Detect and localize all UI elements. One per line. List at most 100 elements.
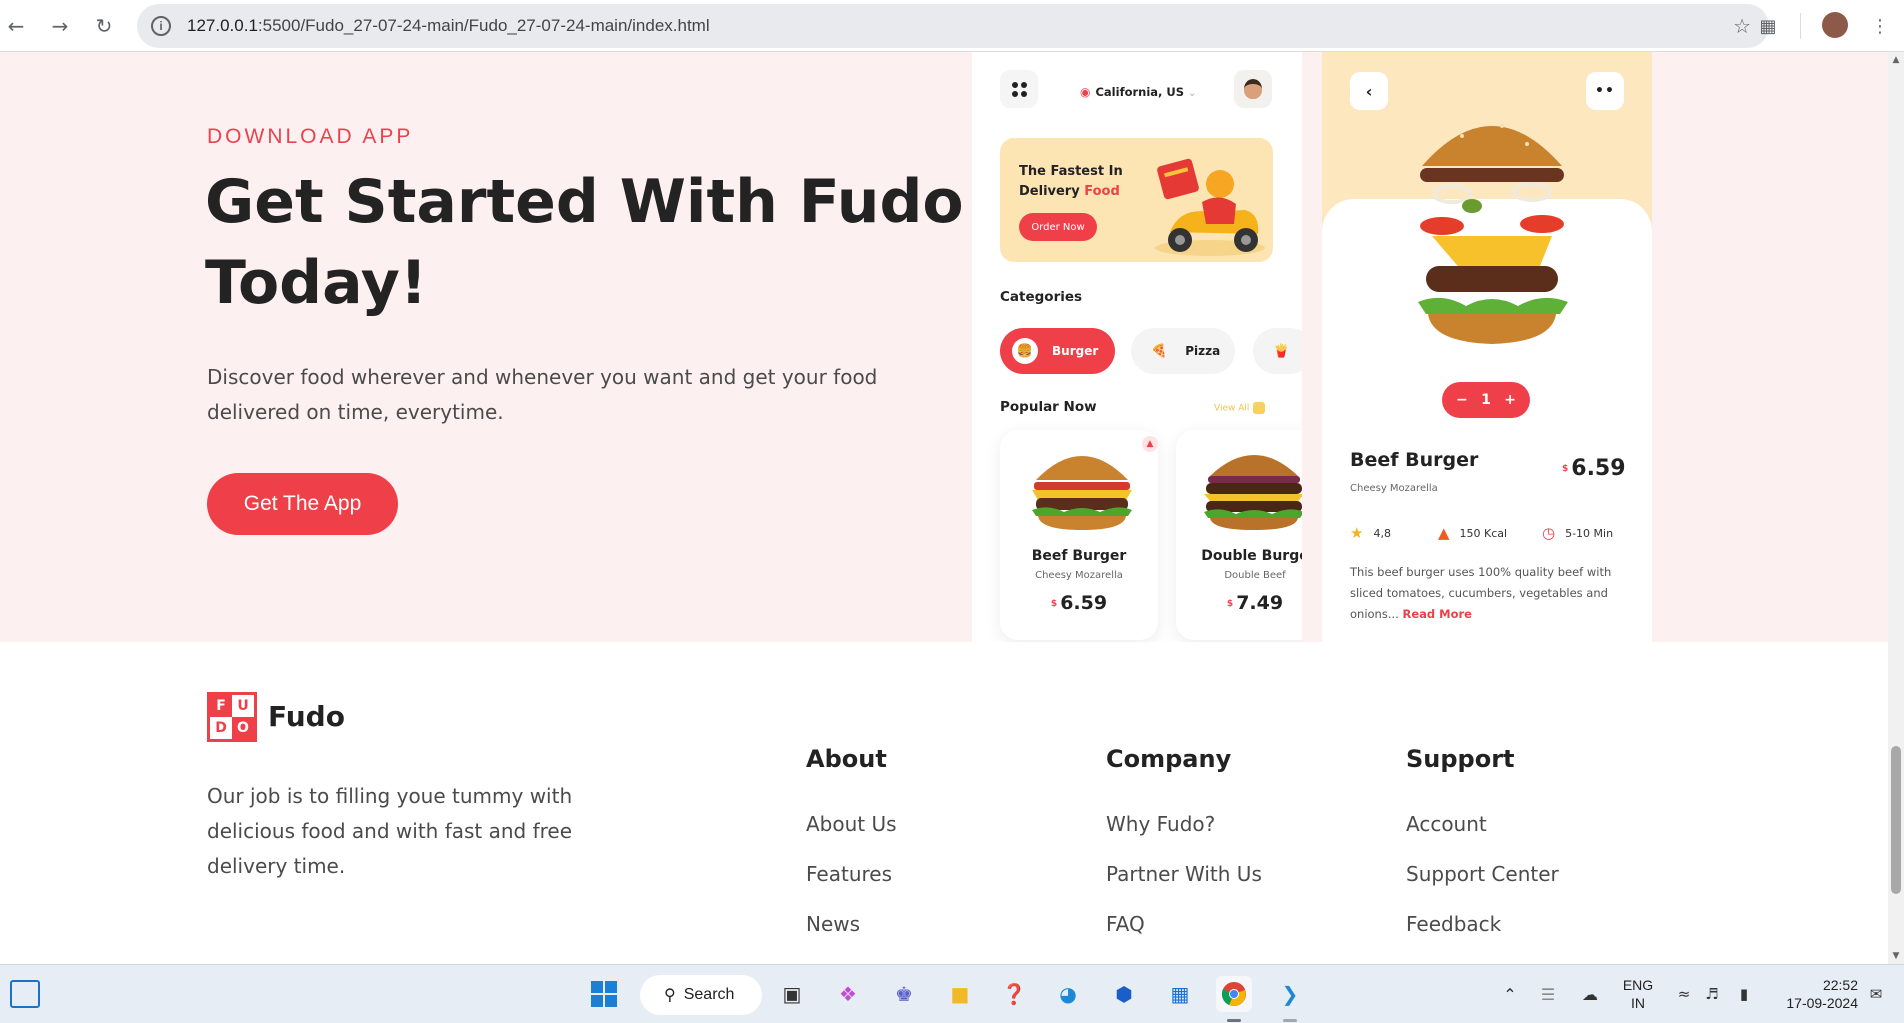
price-value: 7.49: [1236, 592, 1284, 614]
burger-icon: 🍔: [1012, 338, 1038, 364]
footer-link[interactable]: Account: [1406, 809, 1559, 839]
get-app-button[interactable]: Get The App: [207, 473, 398, 535]
notifications-bell-icon[interactable]: ✉: [1858, 976, 1894, 1012]
address-bar[interactable]: i 127.0.0.1:5500/Fudo_27-07-24-main/Fudo…: [137, 4, 1769, 48]
vpn-icon[interactable]: ⬢: [1106, 976, 1142, 1012]
promo-line-1: The Fastest In: [1019, 164, 1123, 179]
burger-image: [1204, 455, 1302, 530]
app-detail-screen: ‹ •• − 1 + Beef Burger $ 6.59 Cheesy Moz…: [1322, 52, 1652, 642]
bookmark-star-icon[interactable]: ☆: [1733, 14, 1751, 38]
browser-toolbar: ← → ↻ i 127.0.0.1:5500/Fudo_27-07-24-mai…: [0, 0, 1904, 52]
delivery-scooter-illustration: [1155, 158, 1265, 256]
widgets-icon[interactable]: [10, 980, 40, 1008]
language-code: ENG: [1622, 977, 1654, 993]
edge-icon[interactable]: ◕: [1050, 976, 1086, 1012]
category-chip-pizza[interactable]: 🍕 Pizza: [1131, 328, 1235, 374]
hero-title: Get Started With Fudo Today!: [205, 167, 964, 318]
footer-column-support: Support Account Support Center Feedback: [1406, 742, 1559, 959]
star-icon: ★: [1350, 524, 1364, 542]
logo-letter: D: [210, 717, 232, 739]
scrollbar-thumb[interactable]: [1891, 746, 1901, 894]
copilot-icon[interactable]: ❖: [830, 976, 866, 1012]
scroll-up-icon[interactable]: ▲: [1888, 52, 1904, 68]
currency-symbol: $: [1050, 598, 1058, 609]
footer-column-title: About: [806, 745, 887, 773]
volume-icon[interactable]: ♬: [1694, 976, 1730, 1012]
chevron-up-icon[interactable]: ⌃: [1492, 976, 1528, 1012]
food-name: Double Burge: [1201, 548, 1302, 564]
read-more-link[interactable]: Read More: [1402, 607, 1471, 621]
battery-icon[interactable]: ▮: [1726, 976, 1762, 1012]
extensions-icon[interactable]: ▦: [1752, 10, 1784, 42]
quantity-stepper[interactable]: − 1 +: [1442, 382, 1530, 418]
scroll-down-icon[interactable]: ▼: [1888, 948, 1904, 964]
footer-link[interactable]: Features: [806, 859, 897, 889]
region-code: IN: [1631, 995, 1645, 1011]
footer-link[interactable]: News: [806, 909, 897, 939]
cloud-offline-icon[interactable]: ☁: [1572, 976, 1608, 1012]
food-subtitle: Cheesy Mozarella: [1035, 570, 1123, 581]
hero-description: Discover food wherever and whenever you …: [207, 365, 878, 424]
product-description: This beef burger uses 100% quality beef …: [1350, 562, 1630, 625]
price-value: 6.59: [1060, 592, 1108, 614]
footer-column-company: Company Why Fudo? Partner With Us FAQ: [1106, 742, 1262, 959]
search-icon: ⚲: [664, 987, 676, 1004]
calories-stat: ▲ 150 Kcal: [1438, 524, 1507, 542]
order-now-button[interactable]: Order Now: [1019, 213, 1097, 241]
view-all-link[interactable]: View All: [1214, 402, 1266, 414]
taskbar-search[interactable]: ⚲ Search: [640, 975, 762, 1015]
menu-kebab-icon[interactable]: ⋮: [1864, 10, 1896, 42]
chrome-icon[interactable]: [1216, 976, 1252, 1012]
teams-icon[interactable]: ♚: [886, 976, 922, 1012]
footer-link[interactable]: Support Center: [1406, 859, 1559, 889]
store-icon[interactable]: ▦: [1162, 976, 1198, 1012]
increase-button[interactable]: +: [1504, 392, 1516, 408]
profile-avatar[interactable]: [1822, 12, 1848, 38]
fries-icon: 🍟: [1273, 343, 1290, 359]
language-indicator[interactable]: ENG IN: [1616, 976, 1660, 1012]
user-avatar[interactable]: [1234, 70, 1272, 108]
categories-title: Categories: [1000, 289, 1083, 305]
food-card[interactable]: Beef Burger Cheesy Mozarella $6.59: [1000, 430, 1158, 640]
reload-icon[interactable]: ↻: [88, 10, 120, 42]
category-chip-fries[interactable]: 🍟: [1253, 328, 1302, 374]
file-explorer-icon[interactable]: ■: [942, 976, 978, 1012]
location-selector[interactable]: ◉ California, US ⌄: [1080, 85, 1196, 99]
back-icon[interactable]: ←: [0, 10, 32, 42]
notification-tray-icon[interactable]: ☰: [1530, 976, 1566, 1012]
clock[interactable]: 22:52 17-09-2024: [1768, 976, 1858, 1012]
footer-link[interactable]: Feedback: [1406, 909, 1559, 939]
vscode-icon[interactable]: ❯: [1272, 976, 1308, 1012]
rating-value: 4,8: [1373, 526, 1391, 540]
site-info-icon[interactable]: i: [151, 16, 171, 36]
footer-column-title: Support: [1406, 745, 1515, 773]
product-name: Beef Burger: [1350, 449, 1479, 471]
category-chip-burger[interactable]: 🍔 Burger: [1000, 328, 1115, 374]
fudo-logo[interactable]: F U D O: [207, 692, 257, 742]
footer-column-title: Company: [1106, 745, 1232, 773]
footer-link[interactable]: Why Fudo?: [1106, 809, 1262, 839]
pizza-icon: 🍕: [1151, 343, 1168, 359]
search-label: Search: [683, 986, 735, 1003]
page-viewport: DOWNLOAD APP Get Started With Fudo Today…: [0, 52, 1888, 964]
page-scrollbar[interactable]: ▲ ▼: [1888, 52, 1904, 964]
task-view-icon[interactable]: ▣: [774, 976, 810, 1012]
food-card[interactable]: Double Burge Double Beef $7.49: [1176, 430, 1302, 640]
category-label: Burger: [1052, 344, 1099, 358]
grid-menu-icon[interactable]: [1000, 70, 1038, 108]
footer-link[interactable]: Partner With Us: [1106, 859, 1262, 889]
promo-accent: Food: [1084, 184, 1120, 199]
forward-icon[interactable]: →: [44, 10, 76, 42]
decrease-button[interactable]: −: [1456, 392, 1468, 408]
windows-taskbar: ⚲ Search ▣ ❖ ♚ ■ ❓ ◕ ⬢ ▦ ❯ ⌃ ☰ ☁ ENG IN ≈ …: [0, 964, 1904, 1023]
back-arrow-icon[interactable]: ‹: [1350, 72, 1388, 110]
view-all-label: View All: [1214, 403, 1250, 414]
brand-name: Fudo: [268, 700, 345, 733]
footer-link[interactable]: About Us: [806, 809, 897, 839]
help-icon[interactable]: ❓: [996, 976, 1032, 1012]
food-price: $7.49: [1176, 592, 1302, 614]
start-icon[interactable]: [586, 976, 622, 1012]
footer-link[interactable]: FAQ: [1106, 909, 1262, 939]
time-stat: ◷ 5-10 Min: [1542, 524, 1613, 542]
url-host: 127.0.0.1: [187, 16, 258, 35]
